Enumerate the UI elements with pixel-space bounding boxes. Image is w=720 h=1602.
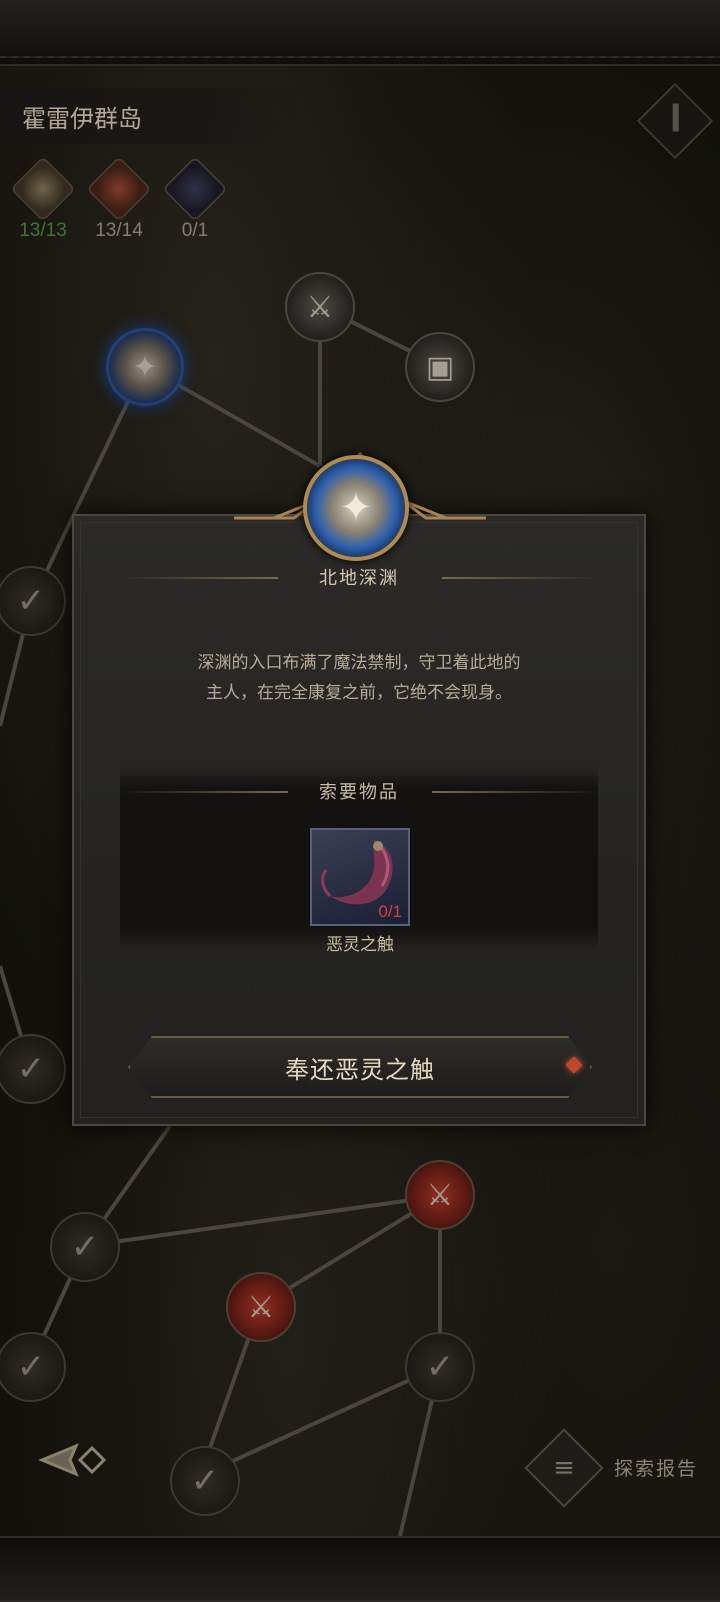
description-line: 主人，在完全康复之前，它绝不会现身。 (206, 683, 512, 703)
dialog-title: 北地深渊 (319, 568, 399, 589)
exploration-report-label[interactable]: 探索报告 (614, 1454, 698, 1481)
return-item-button[interactable]: 奉还恶灵之触 (128, 1036, 592, 1098)
item-count: 0/1 (378, 902, 402, 921)
required-items-title: 索要物品 (319, 782, 399, 803)
required-item-slot[interactable]: 0/1 (310, 828, 410, 926)
back-button[interactable] (36, 1440, 110, 1480)
description-line: 深渊的入口布满了魔法禁制，守卫着此地的 (197, 653, 521, 673)
compass-emblem: ✦ (303, 455, 409, 561)
dialog-description: 深渊的入口布满了魔法禁制，守卫着此地的 主人，在完全康复之前，它绝不会现身。 (128, 648, 590, 708)
compass-icon: ✦ (339, 485, 373, 531)
scroll-icon: ≡ (553, 1453, 575, 1483)
required-item-name: 恶灵之触 (326, 935, 394, 955)
